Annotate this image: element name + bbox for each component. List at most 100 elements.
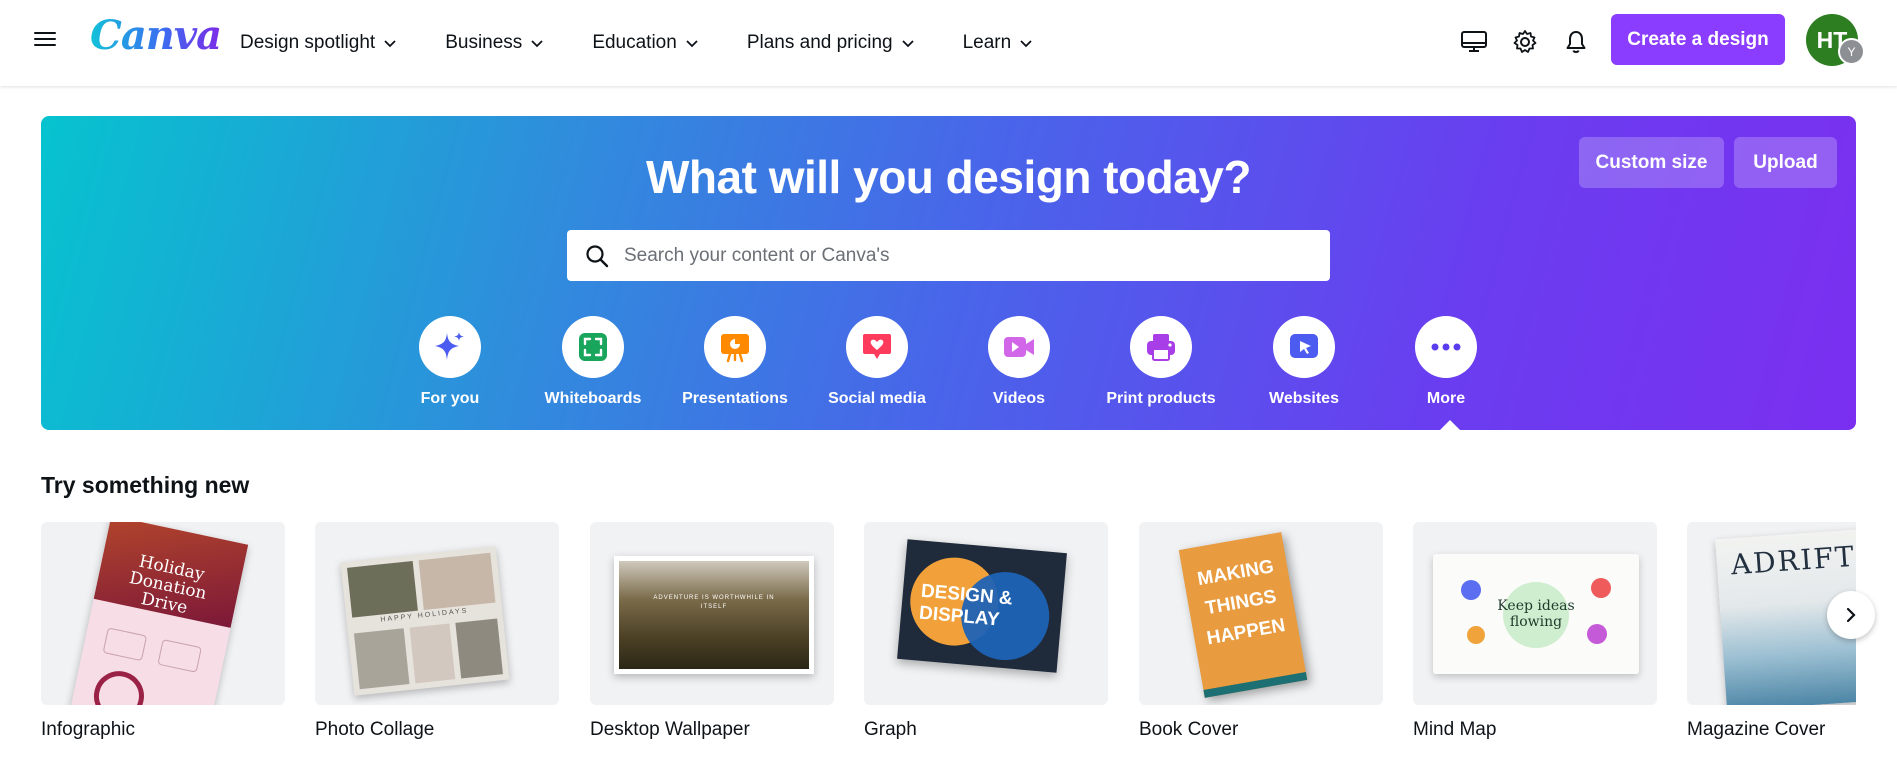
nav-business[interactable]: Business [445, 32, 544, 54]
desktop-icon[interactable] [1458, 26, 1490, 58]
category-icon-circle [846, 316, 908, 378]
team-badge: Y [1838, 38, 1865, 65]
category-icon-circle [704, 316, 766, 378]
nav-plans-pricing[interactable]: Plans and pricing [747, 32, 915, 54]
search-input[interactable] [624, 244, 1304, 267]
node [1461, 580, 1481, 600]
book-title: MAKING THINGS HAPPEN [1195, 556, 1287, 650]
category-whiteboards[interactable]: Whiteboards [528, 316, 658, 408]
carousel-next-button[interactable] [1827, 591, 1875, 639]
magazine-title: ADRIFT [1729, 539, 1856, 582]
gear-icon[interactable] [1509, 26, 1541, 58]
category-for-you[interactable]: For you [385, 316, 515, 408]
card-mind-map[interactable]: Keep ideas flowing Mind Map [1413, 522, 1657, 741]
presentation-icon [721, 334, 749, 363]
node [1467, 626, 1485, 644]
video-icon [1004, 337, 1034, 357]
photo [353, 628, 410, 690]
card-graph[interactable]: DESIGN & DISPLAY Graph [864, 522, 1108, 741]
card-thumbnail: HAPPY HOLIDAYS [315, 522, 559, 705]
photo [418, 552, 496, 611]
infographic-art: Holiday Donation Drive [69, 522, 249, 705]
custom-size-button[interactable]: Custom size [1579, 137, 1724, 188]
card-label: Desktop Wallpaper [590, 719, 750, 740]
chevron-down-icon [531, 40, 543, 48]
card-label: Photo Collage [315, 719, 435, 740]
nav-learn[interactable]: Learn [963, 32, 1034, 54]
mindmap-art: Keep ideas flowing [1433, 554, 1639, 674]
create-design-button[interactable]: Create a design [1611, 14, 1785, 65]
menu-icon[interactable] [34, 28, 56, 50]
card-thumbnail: ADVENTURE IS WORTHWHILE IN ITSELF [590, 522, 834, 705]
card-photo-collage[interactable]: HAPPY HOLIDAYS Photo Collage [315, 522, 559, 741]
category-websites[interactable]: Websites [1239, 316, 1369, 408]
nav-label: Design spotlight [240, 32, 376, 53]
card-carousel: Holiday Donation Drive Infographic HAPPY… [41, 522, 1856, 766]
node [1587, 624, 1607, 644]
graph-art: DESIGN & DISPLAY [897, 539, 1067, 673]
category-label: Social media [828, 390, 926, 407]
nav-design-spotlight[interactable]: Design spotlight [240, 32, 397, 54]
card-label: Magazine Cover [1687, 719, 1826, 740]
nav-label: Education [592, 32, 677, 53]
hero-banner: What will you design today? Custom size … [41, 116, 1856, 431]
category-icon-circle [562, 316, 624, 378]
category-social-media[interactable]: Social media [812, 316, 942, 408]
card-thumbnail: Keep ideas flowing [1413, 522, 1657, 705]
category-icon-circle [1130, 316, 1192, 378]
main-nav: Design spotlight Business Education Plan… [240, 0, 1081, 86]
cursor-icon [1290, 334, 1318, 358]
category-label: Print products [1106, 390, 1216, 407]
card-infographic[interactable]: Holiday Donation Drive Infographic [41, 522, 285, 741]
upload-button[interactable]: Upload [1734, 137, 1837, 188]
category-more[interactable]: More [1381, 316, 1511, 408]
category-print-products[interactable]: Print products [1096, 316, 1226, 408]
category-icon-circle [988, 316, 1050, 378]
box [157, 639, 202, 673]
chevron-down-icon [384, 40, 396, 48]
heart-icon [863, 334, 891, 359]
photo [347, 560, 418, 618]
card-thumbnail: DESIGN & DISPLAY [864, 522, 1108, 705]
chevron-right-icon [1846, 607, 1856, 623]
collage-art: HAPPY HOLIDAYS [340, 546, 510, 696]
photo [409, 623, 456, 684]
card-label: Infographic [41, 719, 136, 740]
category-row: For you Whiteboards Presentations Social… [41, 316, 1856, 416]
category-icon-circle [1273, 316, 1335, 378]
category-presentations[interactable]: Presentations [670, 316, 800, 408]
chevron-down-icon [1020, 40, 1032, 48]
book-art: MAKING THINGS HAPPEN [1178, 532, 1308, 698]
selected-indicator [1439, 420, 1461, 431]
category-label: Websites [1269, 390, 1339, 407]
canva-logo[interactable]: Canva [90, 12, 222, 59]
search-icon [586, 244, 609, 267]
bell-icon[interactable] [1560, 26, 1592, 58]
landscape [619, 561, 809, 669]
book-band [1203, 671, 1308, 698]
chevron-down-icon [901, 40, 914, 48]
card-thumbnail: MAKING THINGS HAPPEN [1139, 522, 1383, 705]
wallpaper-art: ADVENTURE IS WORTHWHILE IN ITSELF [614, 556, 814, 674]
nav-label: Plans and pricing [746, 32, 893, 53]
mindmap-title: Keep ideas flowing [1497, 598, 1575, 630]
card-desktop-wallpaper[interactable]: ADVENTURE IS WORTHWHILE IN ITSELF Deskto… [590, 522, 834, 741]
photo [455, 618, 503, 679]
card-magazine-cover[interactable]: ADRIFT Magazine Cover [1687, 522, 1856, 741]
category-videos[interactable]: Videos [954, 316, 1084, 408]
card-book-cover[interactable]: MAKING THINGS HAPPEN Book Cover [1139, 522, 1383, 741]
category-label: Presentations [682, 390, 788, 407]
nav-label: Learn [962, 32, 1012, 53]
ring [89, 666, 149, 705]
box [102, 627, 148, 662]
category-label: For you [420, 390, 480, 407]
chevron-down-icon [686, 40, 698, 48]
nav-education[interactable]: Education [592, 32, 699, 54]
top-bar: Canva Design spotlight Business Educatio… [0, 0, 1897, 86]
wallpaper-caption: ADVENTURE IS WORTHWHILE IN ITSELF [653, 595, 775, 610]
search-bar[interactable] [567, 230, 1330, 281]
sparkle-icon [435, 332, 464, 360]
category-icon-circle [1415, 316, 1477, 378]
category-label: Whiteboards [544, 390, 642, 407]
section-title: Try something new [41, 472, 250, 498]
